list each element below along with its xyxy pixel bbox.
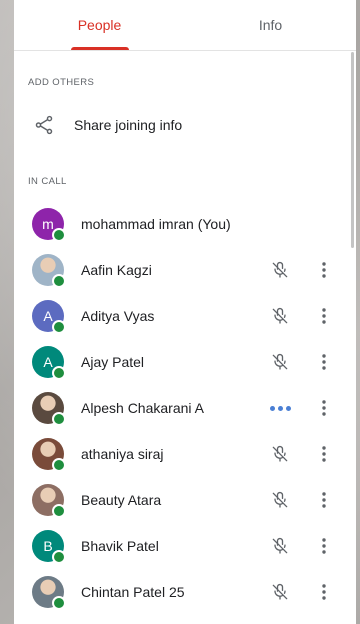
more-vert-icon[interactable] [314, 257, 334, 283]
avatar [32, 576, 66, 610]
add-others-heading: ADD OTHERS [28, 77, 95, 88]
participant-row[interactable]: A Ajay Patel [14, 339, 356, 385]
more-vert-icon[interactable] [314, 349, 334, 375]
presence-dot-icon [52, 458, 66, 472]
tab-bar: People Info [14, 0, 356, 51]
avatar [32, 392, 66, 426]
avatar: A [32, 346, 66, 380]
mic-off-icon[interactable] [267, 579, 293, 605]
mic-off-icon[interactable] [267, 487, 293, 513]
participant-row[interactable]: B Bhavik Patel [14, 523, 356, 569]
presence-dot-icon [52, 596, 66, 610]
avatar [32, 438, 66, 472]
participant-list: m mohammad imran (You) Aafin Kagzi A Aditya … [14, 201, 356, 615]
presence-dot-icon [52, 412, 66, 426]
mic-off-icon[interactable] [267, 303, 293, 329]
mic-off-icon[interactable] [267, 533, 293, 559]
participant-row[interactable]: Chintan Patel 25 [14, 569, 356, 615]
presence-dot-icon [52, 504, 66, 518]
scrollbar[interactable] [351, 52, 354, 248]
participant-name: mohammad imran (You) [81, 216, 231, 232]
tab-people[interactable]: People [14, 0, 185, 50]
more-vert-icon[interactable] [314, 303, 334, 329]
active-tab-indicator [70, 47, 129, 50]
share-icon [14, 114, 74, 136]
avatar: A [32, 300, 66, 334]
avatar: m [32, 208, 66, 242]
participant-row[interactable]: m mohammad imran (You) [14, 201, 356, 247]
presence-dot-icon [52, 550, 66, 564]
tab-info[interactable]: Info [185, 0, 356, 50]
participant-row[interactable]: athaniya siraj [14, 431, 356, 477]
participant-row[interactable]: Aafin Kagzi [14, 247, 356, 293]
participant-row[interactable]: Beauty Atara [14, 477, 356, 523]
share-joining-info-label: Share joining info [74, 117, 183, 133]
tab-info-label: Info [258, 17, 283, 33]
presence-dot-icon [52, 274, 66, 288]
mic-off-icon[interactable] [267, 257, 293, 283]
share-joining-info-button[interactable]: Share joining info [14, 100, 356, 150]
more-vert-icon[interactable] [314, 441, 334, 467]
more-vert-icon[interactable] [314, 579, 334, 605]
avatar [32, 254, 66, 288]
more-vert-icon[interactable] [314, 533, 334, 559]
people-panel: People Info ADD OTHERS Share joining inf… [14, 0, 356, 624]
presence-dot-icon [52, 228, 66, 242]
more-vert-icon[interactable] [314, 395, 334, 421]
participant-row[interactable]: A Aditya Vyas [14, 293, 356, 339]
speaking-indicator-icon [267, 395, 293, 421]
mic-off-icon[interactable] [267, 441, 293, 467]
avatar [32, 484, 66, 518]
presence-dot-icon [52, 366, 66, 380]
participant-row[interactable]: Alpesh Chakarani A [14, 385, 356, 431]
tab-people-label: People [77, 17, 122, 33]
more-vert-icon[interactable] [314, 487, 334, 513]
in-call-heading: IN CALL [28, 176, 67, 187]
presence-dot-icon [52, 320, 66, 334]
avatar: B [32, 530, 66, 564]
mic-off-icon[interactable] [267, 349, 293, 375]
